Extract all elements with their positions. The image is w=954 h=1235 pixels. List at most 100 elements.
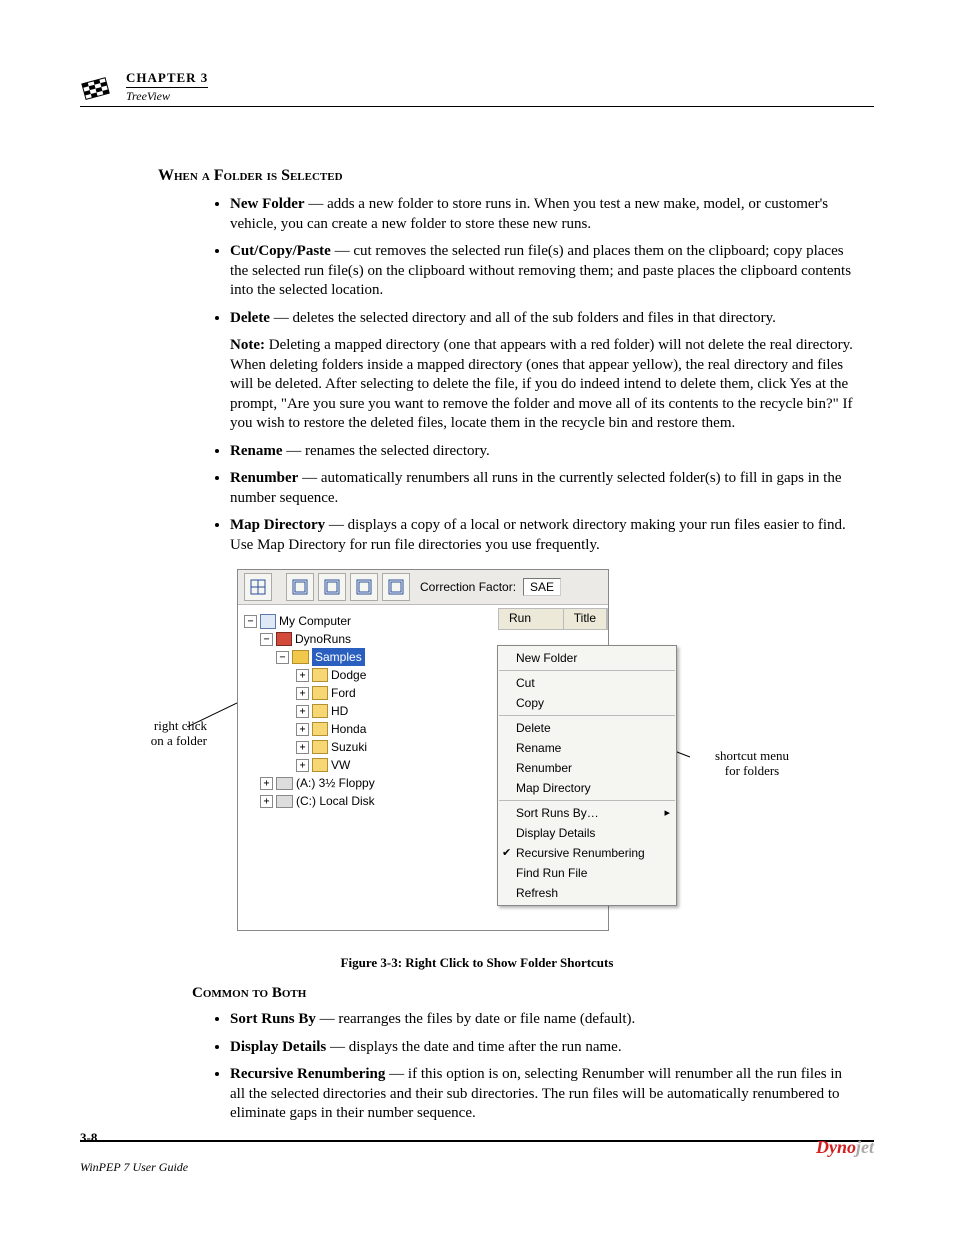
correction-factor-value[interactable]: SAE bbox=[523, 578, 561, 596]
tree-dodge[interactable]: +Dodge bbox=[244, 666, 444, 684]
toolbar-button-3[interactable] bbox=[318, 573, 346, 601]
checkered-flag-icon bbox=[80, 76, 116, 104]
expand-icon[interactable]: + bbox=[296, 687, 309, 700]
term-map-directory: Map Directory bbox=[230, 517, 325, 533]
page-number: 3-8 bbox=[80, 1130, 97, 1145]
term-new-folder: New Folder bbox=[230, 196, 305, 212]
folder-icon bbox=[312, 758, 328, 772]
toolbar: Correction Factor: SAE bbox=[238, 570, 608, 605]
folder-icon bbox=[312, 668, 328, 682]
toolbar-button-2[interactable] bbox=[286, 573, 314, 601]
term-delete: Delete bbox=[230, 310, 270, 326]
menu-delete[interactable]: Delete bbox=[498, 718, 676, 738]
collapse-icon[interactable]: − bbox=[260, 633, 273, 646]
bullet-list-folder: New Folder — adds a new folder to store … bbox=[210, 195, 874, 555]
folder-icon bbox=[312, 686, 328, 700]
note-text: Deleting a mapped directory (one that ap… bbox=[230, 337, 853, 431]
section-title-folder-selected: When a Folder is Selected bbox=[158, 167, 874, 185]
list-item: Recursive Renumbering — if this option i… bbox=[230, 1065, 854, 1124]
list-item: Rename — renames the selected directory. bbox=[230, 442, 854, 462]
col-run[interactable]: Run bbox=[499, 609, 564, 629]
folder-open-icon bbox=[292, 650, 309, 664]
collapse-icon[interactable]: − bbox=[244, 615, 257, 628]
section-path: TreeView bbox=[126, 87, 208, 104]
context-menu: New Folder Cut Copy Delete Rename Renumb… bbox=[497, 645, 677, 906]
menu-renumber[interactable]: Renumber bbox=[498, 758, 676, 778]
menu-find-run-file[interactable]: Find Run File bbox=[498, 863, 676, 883]
menu-cut[interactable]: Cut bbox=[498, 673, 676, 693]
menu-copy[interactable]: Copy bbox=[498, 693, 676, 713]
correction-factor-label: Correction Factor: bbox=[420, 580, 516, 594]
callout-right-click: right clickon a folder bbox=[97, 719, 207, 749]
logo-red: Dyno bbox=[816, 1137, 856, 1157]
callout-shortcut-menu: shortcut menufor folders bbox=[687, 749, 817, 779]
term-display-details: Display Details bbox=[230, 1039, 326, 1055]
tree-vw[interactable]: +VW bbox=[244, 756, 444, 774]
note-label: Note: bbox=[230, 337, 265, 353]
tree-hd[interactable]: +HD bbox=[244, 702, 444, 720]
folder-icon bbox=[312, 740, 328, 754]
tree-floppy[interactable]: +(A:) 3½ Floppy bbox=[244, 774, 444, 792]
floppy-drive-icon bbox=[276, 777, 293, 790]
figure-caption: Figure 3-3: Right Click to Show Folder S… bbox=[80, 955, 874, 971]
expand-icon[interactable]: + bbox=[260, 795, 273, 808]
guide-title: WinPEP 7 User Guide bbox=[80, 1160, 188, 1174]
tree-localdisk[interactable]: +(C:) Local Disk bbox=[244, 792, 444, 810]
tree-samples[interactable]: −Samples bbox=[244, 648, 444, 666]
expand-icon[interactable]: + bbox=[296, 705, 309, 718]
section-title-common: Common to Both bbox=[192, 985, 874, 1002]
list-header: Run Title bbox=[498, 608, 608, 630]
list-item: Delete — deletes the selected directory … bbox=[230, 309, 854, 434]
menu-rename[interactable]: Rename bbox=[498, 738, 676, 758]
tree-dynoruns[interactable]: −DynoRuns bbox=[244, 630, 444, 648]
dynojet-logo: Dynojet bbox=[816, 1137, 874, 1158]
computer-icon bbox=[260, 614, 276, 629]
folder-icon bbox=[312, 722, 328, 736]
menu-map-directory[interactable]: Map Directory bbox=[498, 778, 676, 798]
list-item: Renumber — automatically renumbers all r… bbox=[230, 469, 854, 508]
note-block: Note: Deleting a mapped directory (one t… bbox=[230, 336, 854, 434]
list-item: Display Details — displays the date and … bbox=[230, 1038, 854, 1058]
tree-honda[interactable]: +Honda bbox=[244, 720, 444, 738]
tree-suzuki[interactable]: +Suzuki bbox=[244, 738, 444, 756]
expand-icon[interactable]: + bbox=[260, 777, 273, 790]
col-title[interactable]: Title bbox=[564, 609, 607, 629]
expand-icon[interactable]: + bbox=[296, 741, 309, 754]
menu-separator bbox=[499, 715, 675, 716]
expand-icon[interactable]: + bbox=[296, 669, 309, 682]
page-footer: 3-8 WinPEP 7 User Guide Dynojet bbox=[80, 1140, 874, 1175]
term-renumber: Renumber bbox=[230, 470, 298, 486]
list-item: Sort Runs By — rearranges the files by d… bbox=[230, 1010, 854, 1030]
logo-gray: jet bbox=[856, 1137, 874, 1157]
expand-icon[interactable]: + bbox=[296, 723, 309, 736]
list-item: New Folder — adds a new folder to store … bbox=[230, 195, 854, 234]
menu-recursive-renumbering[interactable]: Recursive Renumbering bbox=[498, 843, 676, 863]
page: CHAPTER 3 TreeView When a Folder is Sele… bbox=[0, 0, 954, 1235]
list-item: Map Directory — displays a copy of a loc… bbox=[230, 516, 854, 555]
term-recursive-renumbering: Recursive Renumbering bbox=[230, 1066, 385, 1082]
tree-view: −My Computer −DynoRuns −Samples +Dodge +… bbox=[244, 612, 444, 810]
chapter-label: CHAPTER 3 bbox=[126, 70, 208, 86]
term-rename: Rename bbox=[230, 443, 283, 459]
toolbar-button-4[interactable] bbox=[350, 573, 378, 601]
folder-red-icon bbox=[276, 632, 292, 646]
folder-icon bbox=[312, 704, 328, 718]
figure-3-3: right clickon a folder shortcut menufor … bbox=[127, 569, 827, 949]
menu-refresh[interactable]: Refresh bbox=[498, 883, 676, 903]
menu-display-details[interactable]: Display Details bbox=[498, 823, 676, 843]
toolbar-button-5[interactable] bbox=[382, 573, 410, 601]
menu-sort-runs-by[interactable]: Sort Runs By… bbox=[498, 803, 676, 823]
toolbar-button-1[interactable] bbox=[244, 573, 272, 601]
list-item: Cut/Copy/Paste — cut removes the selecte… bbox=[230, 242, 854, 301]
menu-separator bbox=[499, 800, 675, 801]
tree-ford[interactable]: +Ford bbox=[244, 684, 444, 702]
page-header: CHAPTER 3 TreeView bbox=[80, 70, 874, 107]
tree-my-computer[interactable]: −My Computer bbox=[244, 612, 444, 630]
disk-drive-icon bbox=[276, 795, 293, 808]
collapse-icon[interactable]: − bbox=[276, 651, 289, 664]
bullet-list-common: Sort Runs By — rearranges the files by d… bbox=[210, 1010, 874, 1124]
expand-icon[interactable]: + bbox=[296, 759, 309, 772]
term-sort-runs-by: Sort Runs By bbox=[230, 1011, 316, 1027]
menu-new-folder[interactable]: New Folder bbox=[498, 648, 676, 668]
menu-separator bbox=[499, 670, 675, 671]
